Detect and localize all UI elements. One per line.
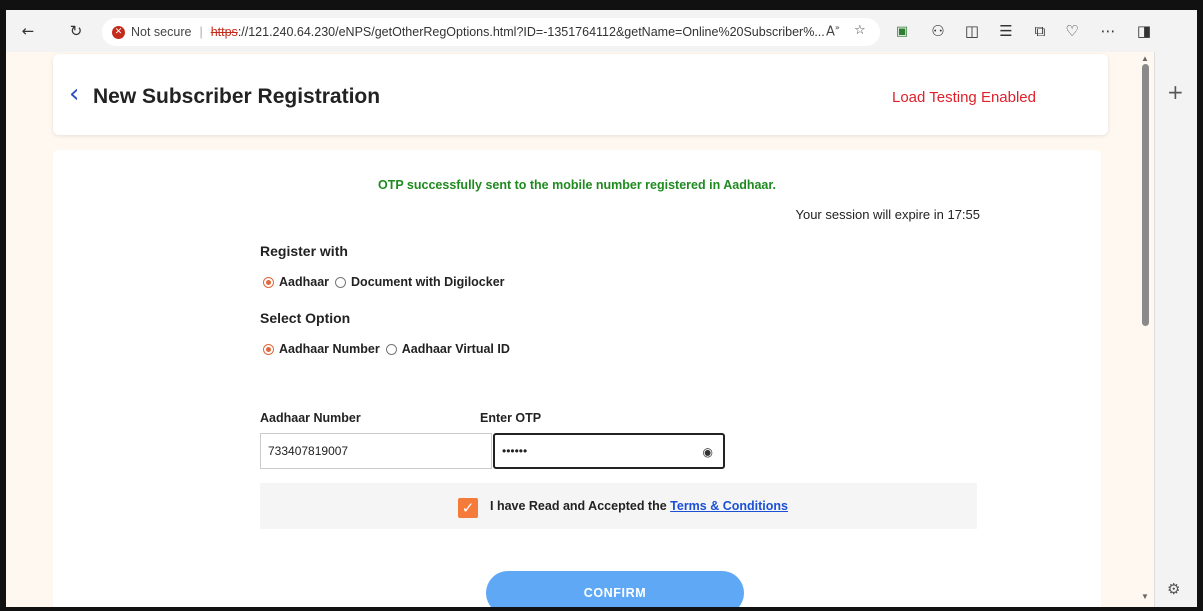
collections-icon[interactable]: ⧉ [1028,19,1052,43]
address-separator: | [199,25,203,39]
otp-success-message: OTP successfully sent to the mobile numb… [377,178,777,192]
terms-link[interactable]: Terms & Conditions [670,499,788,513]
read-aloud-icon[interactable]: A» [826,23,840,39]
favorites-list-icon[interactable]: ☰ [994,19,1018,43]
back-arrow-icon[interactable]: ← [16,19,40,43]
radio-aadhaar-number-label[interactable]: Aadhaar Number [279,342,380,356]
security-label[interactable]: Not secure [131,25,191,39]
not-secure-icon: ✕ [112,25,125,39]
split-screen-icon[interactable]: ◫ [960,19,984,43]
browser-sidebar: + ⚙ [1154,52,1197,607]
address-bar[interactable]: ✕ Not secure | https://121.240.64.230/eN… [102,18,880,46]
scroll-up-icon[interactable]: ▲ [1141,54,1149,63]
more-menu-icon[interactable]: ⋯ [1096,19,1120,43]
select-option-options: Aadhaar Number Aadhaar Virtual ID [263,342,516,356]
radio-aadhaar-number[interactable] [263,343,274,355]
browser-toolbar: ← ↻ ✕ Not secure | https://121.240.64.23… [6,10,1197,52]
register-with-options: Aadhaar Document with Digilocker [263,275,511,289]
gear-icon[interactable]: ⚙ [1167,580,1180,598]
enter-otp-label: Enter OTP [480,411,542,425]
favorite-star-icon[interactable]: ☆ [854,23,866,38]
otp-input[interactable]: •••••• ◉ [493,433,725,469]
scroll-down-icon[interactable]: ▼ [1141,592,1149,601]
plus-icon[interactable]: + [1167,80,1184,104]
radio-aadhaar-label[interactable]: Aadhaar [279,275,329,289]
radio-virtual-id-label[interactable]: Aadhaar Virtual ID [402,342,510,356]
registration-form: OTP successfully sent to the mobile numb… [53,150,1101,607]
otp-input-value: •••••• [502,444,528,458]
url-text: ://121.240.64.230/eNPS/getOtherRegOption… [237,25,825,39]
eye-toggle-icon[interactable]: ◉ [703,445,713,459]
url-protocol: https [210,25,238,39]
refresh-icon[interactable]: ↻ [64,19,88,43]
extension-green-icon[interactable]: ▣ [890,19,914,43]
browser-window: ← ↻ ✕ Not secure | https://121.240.64.23… [6,10,1197,607]
vertical-scrollbar[interactable]: ▲ ▼ [1137,52,1154,607]
register-with-label: Register with [260,243,348,259]
page-viewport: ‹ New Subscriber Registration Load Testi… [6,52,1137,607]
page-title: New Subscriber Registration [93,85,381,108]
scroll-thumb[interactable] [1142,64,1149,326]
radio-aadhaar[interactable] [263,276,274,288]
terms-box: ✓ I have Read and Accepted the Terms & C… [260,483,977,529]
chevron-left-icon[interactable]: ‹ [69,80,91,108]
select-option-label: Select Option [260,310,351,326]
aadhaar-number-input[interactable]: 733407819007 [260,433,492,469]
sidebar-toggle-icon[interactable]: ◨ [1132,19,1156,43]
radio-virtual-id[interactable] [385,343,397,355]
browser-essentials-icon[interactable]: ♡ [1060,19,1084,43]
terms-text: I have Read and Accepted the Terms & Con… [490,499,788,513]
aadhaar-number-label: Aadhaar Number [260,411,361,425]
terms-checkbox[interactable]: ✓ [458,498,478,518]
session-timer: Your session will expire in 17:55 [795,207,980,222]
load-testing-badge: Load Testing Enabled [891,89,1036,106]
radio-digilocker[interactable] [335,276,347,288]
radio-digilocker-label[interactable]: Document with Digilocker [351,275,505,289]
extensions-puzzle-icon[interactable]: ⚇ [926,19,950,43]
terms-statement: I have Read and Accepted the [490,499,671,513]
header-card: ‹ New Subscriber Registration Load Testi… [53,54,1108,135]
confirm-button[interactable]: CONFIRM [486,571,744,607]
